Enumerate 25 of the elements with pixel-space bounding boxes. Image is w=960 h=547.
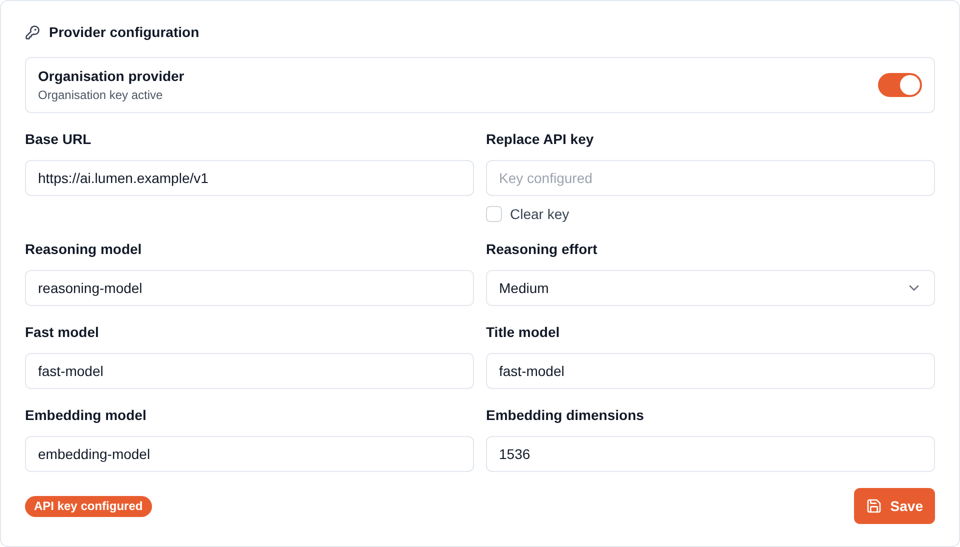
status-badge: API key configured <box>25 496 152 516</box>
input-field[interactable]: fast-model <box>25 353 474 389</box>
field-label: Title model <box>486 323 561 341</box>
save-icon <box>866 498 882 514</box>
input-field[interactable]: embedding-model <box>25 436 474 472</box>
field-label: Reasoning effort <box>486 240 598 258</box>
input-field[interactable]: 1536 <box>486 436 935 472</box>
field-label: Replace API key <box>486 130 595 148</box>
field-label: Base URL <box>25 130 92 148</box>
field-label: Fast model <box>25 323 100 341</box>
provider-status: Organisation key active <box>38 87 164 103</box>
field-label: Embedding model <box>25 406 148 424</box>
select-field[interactable]: Medium <box>486 270 935 306</box>
field-label: Reasoning model <box>25 240 143 258</box>
input-field[interactable]: fast-model <box>486 353 935 389</box>
input-field[interactable]: Key configured <box>486 160 935 196</box>
provider-toggle[interactable] <box>878 73 922 97</box>
checkbox[interactable] <box>486 206 502 222</box>
input-field[interactable]: reasoning-model <box>25 270 474 306</box>
key-icon <box>25 24 40 40</box>
checkbox-label: Clear key <box>510 204 570 224</box>
provider-name: Organisation provider <box>38 67 184 85</box>
section-title: Provider configuration <box>49 22 200 42</box>
input-field[interactable]: https://ai.lumen.example/v1 <box>25 160 474 196</box>
field-label: Embedding dimensions <box>486 406 645 424</box>
